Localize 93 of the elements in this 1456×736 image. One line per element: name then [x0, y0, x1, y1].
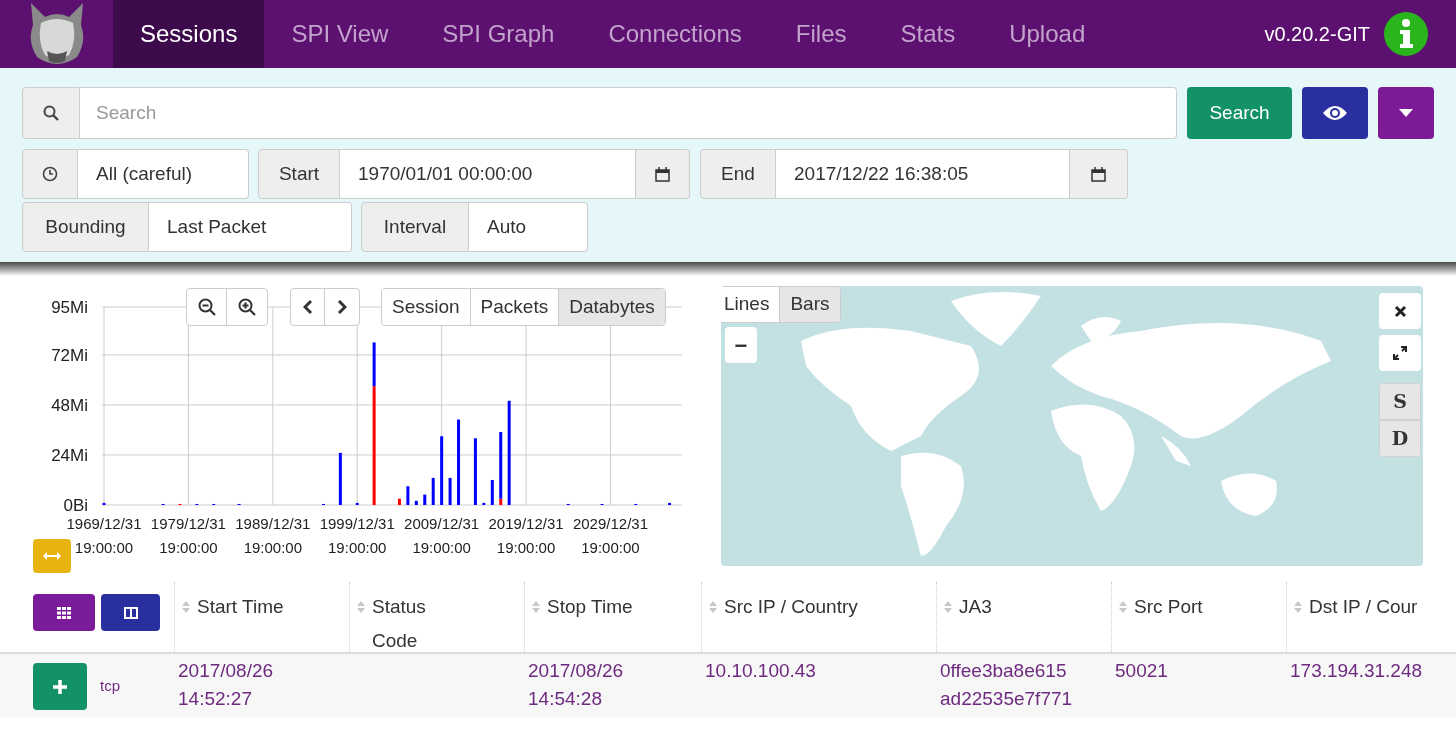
bar [473, 438, 477, 505]
bar [668, 502, 672, 505]
visibility-button[interactable] [1302, 87, 1368, 139]
calendar-icon [655, 166, 670, 182]
search-field[interactable]: Search [80, 87, 1177, 139]
map-style-button[interactable]: Bars [779, 287, 840, 322]
nav-tab[interactable]: Connections [581, 0, 769, 68]
bar [431, 477, 435, 505]
nav-tab[interactable]: Upload [982, 0, 1113, 68]
bounding-label: Bounding [22, 202, 149, 252]
bounding-select[interactable]: Last Packet [149, 202, 352, 252]
bar [490, 480, 494, 505]
nav-tab[interactable]: SPI Graph [415, 0, 582, 68]
bar [423, 494, 427, 505]
nav-tab[interactable]: Sessions [113, 0, 265, 68]
column-grid-button[interactable] [33, 594, 95, 631]
y-axis-label: 95Mi [51, 298, 88, 317]
bar [355, 502, 359, 505]
close-button[interactable] [1379, 293, 1421, 329]
info-icon[interactable] [1384, 12, 1428, 56]
y-axis-label: 0Bi [63, 496, 88, 515]
calendar-addon[interactable] [1070, 149, 1128, 199]
column-layout-button[interactable] [101, 594, 160, 631]
x-axis-label: 2029/12/31 19:00:00 [572, 515, 648, 556]
search-icon [43, 105, 59, 121]
x-axis-label: 1999/12/31 19:00:00 [319, 515, 395, 556]
dropdown-button[interactable] [1378, 87, 1434, 139]
table-row[interactable]: tcp 2017/08/26 14:52:27 2017/08/26 14:54:28 10.10.100.43 0ffee3ba8e615ad22535e7f771 50021 173.194.31.248 [0, 654, 1456, 717]
chevron-right-icon [337, 299, 347, 315]
x-axis-label: 1979/12/31 19:00:00 [150, 515, 226, 556]
column-header[interactable]: Src Port [1134, 590, 1203, 624]
bar [482, 502, 486, 505]
bar [102, 502, 106, 505]
calendar-addon[interactable] [636, 149, 690, 199]
expand-button[interactable] [1379, 335, 1421, 371]
calendar-icon [1091, 166, 1106, 182]
x-axis-label: 1969/12/31 19:00:00 [66, 515, 142, 556]
plus-icon [53, 679, 67, 694]
table-cell-text: 173.194.31.248 [1290, 659, 1424, 683]
clock-icon [42, 166, 58, 182]
x-axis-label: 2009/12/31 19:00:00 [404, 515, 480, 556]
interval-select[interactable]: Auto [469, 202, 588, 252]
nav-tab[interactable]: Files [768, 0, 874, 68]
nav-tab[interactable]: SPI View [264, 0, 416, 68]
y-axis-label: 24Mi [51, 446, 88, 465]
zoom-in-icon [238, 298, 256, 316]
y-axis-label: 48Mi [51, 395, 88, 415]
bar [338, 452, 342, 505]
column-header[interactable]: Stop Time [547, 590, 633, 624]
search-button[interactable]: Search [1187, 87, 1292, 139]
columns-icon [123, 606, 138, 619]
column-header[interactable]: Dst IP / Cour [1309, 590, 1418, 624]
table-cell-text: 10.10.100.43 [705, 659, 817, 683]
table-cell-text: 2017/08/26 14:52:27 [178, 659, 275, 711]
column-header[interactable]: Start Time [197, 590, 284, 624]
table-cell-text: 50021 [1115, 659, 1169, 683]
horizontal-arrows-icon [43, 552, 61, 560]
close-icon [1393, 304, 1407, 318]
map-toggle-button[interactable]: D [1379, 420, 1421, 457]
column-header[interactable]: JA3 [959, 590, 992, 624]
end-date-field[interactable]: 2017/12/22 16:38:05 [776, 149, 1070, 199]
map-toggle-button[interactable]: S [1379, 383, 1421, 420]
x-axis-label: 1989/12/31 19:00:00 [235, 515, 311, 556]
table-cell-text: 2017/08/26 14:54:28 [528, 659, 625, 711]
map-style-button[interactable]: Lines [721, 287, 780, 322]
expand-row-button[interactable] [33, 663, 87, 710]
zoom-out-icon [197, 298, 216, 316]
table-cell-text: 0ffee3ba8e615ad22535e7f771 [940, 659, 1074, 711]
end-label: End [700, 149, 776, 199]
start-label: Start [258, 149, 340, 199]
bar [397, 498, 401, 505]
graph-mode-button[interactable]: Databytes [558, 289, 665, 325]
bar [440, 436, 444, 505]
version-label: v0.20.2-GIT [1264, 22, 1370, 47]
column-header[interactable]: Src IP / Country [724, 590, 858, 624]
nav-tab[interactable]: Stats [873, 0, 983, 68]
y-axis-label: 72Mi [51, 345, 88, 365]
grid-icon [57, 606, 71, 619]
graph-mode-button[interactable]: Packets [469, 289, 559, 325]
time-range-select[interactable]: All (careful) [78, 149, 249, 199]
expand-icon [1393, 346, 1407, 360]
x-axis-label: 2019/12/31 19:00:00 [488, 515, 564, 556]
graph-mode-button[interactable]: Session [382, 289, 470, 325]
chevron-left-icon [302, 299, 313, 315]
start-date-field[interactable]: 1970/01/01 00:00:00 [340, 149, 636, 199]
bar [414, 500, 418, 505]
interval-label: Interval [361, 202, 469, 252]
bar [448, 477, 452, 505]
protocol-cell-text: tcp [100, 676, 120, 696]
caret-icon [1399, 109, 1413, 117]
map-zoom-out-button[interactable]: − [725, 327, 757, 363]
eye-icon [1322, 104, 1348, 122]
bar [406, 486, 410, 505]
